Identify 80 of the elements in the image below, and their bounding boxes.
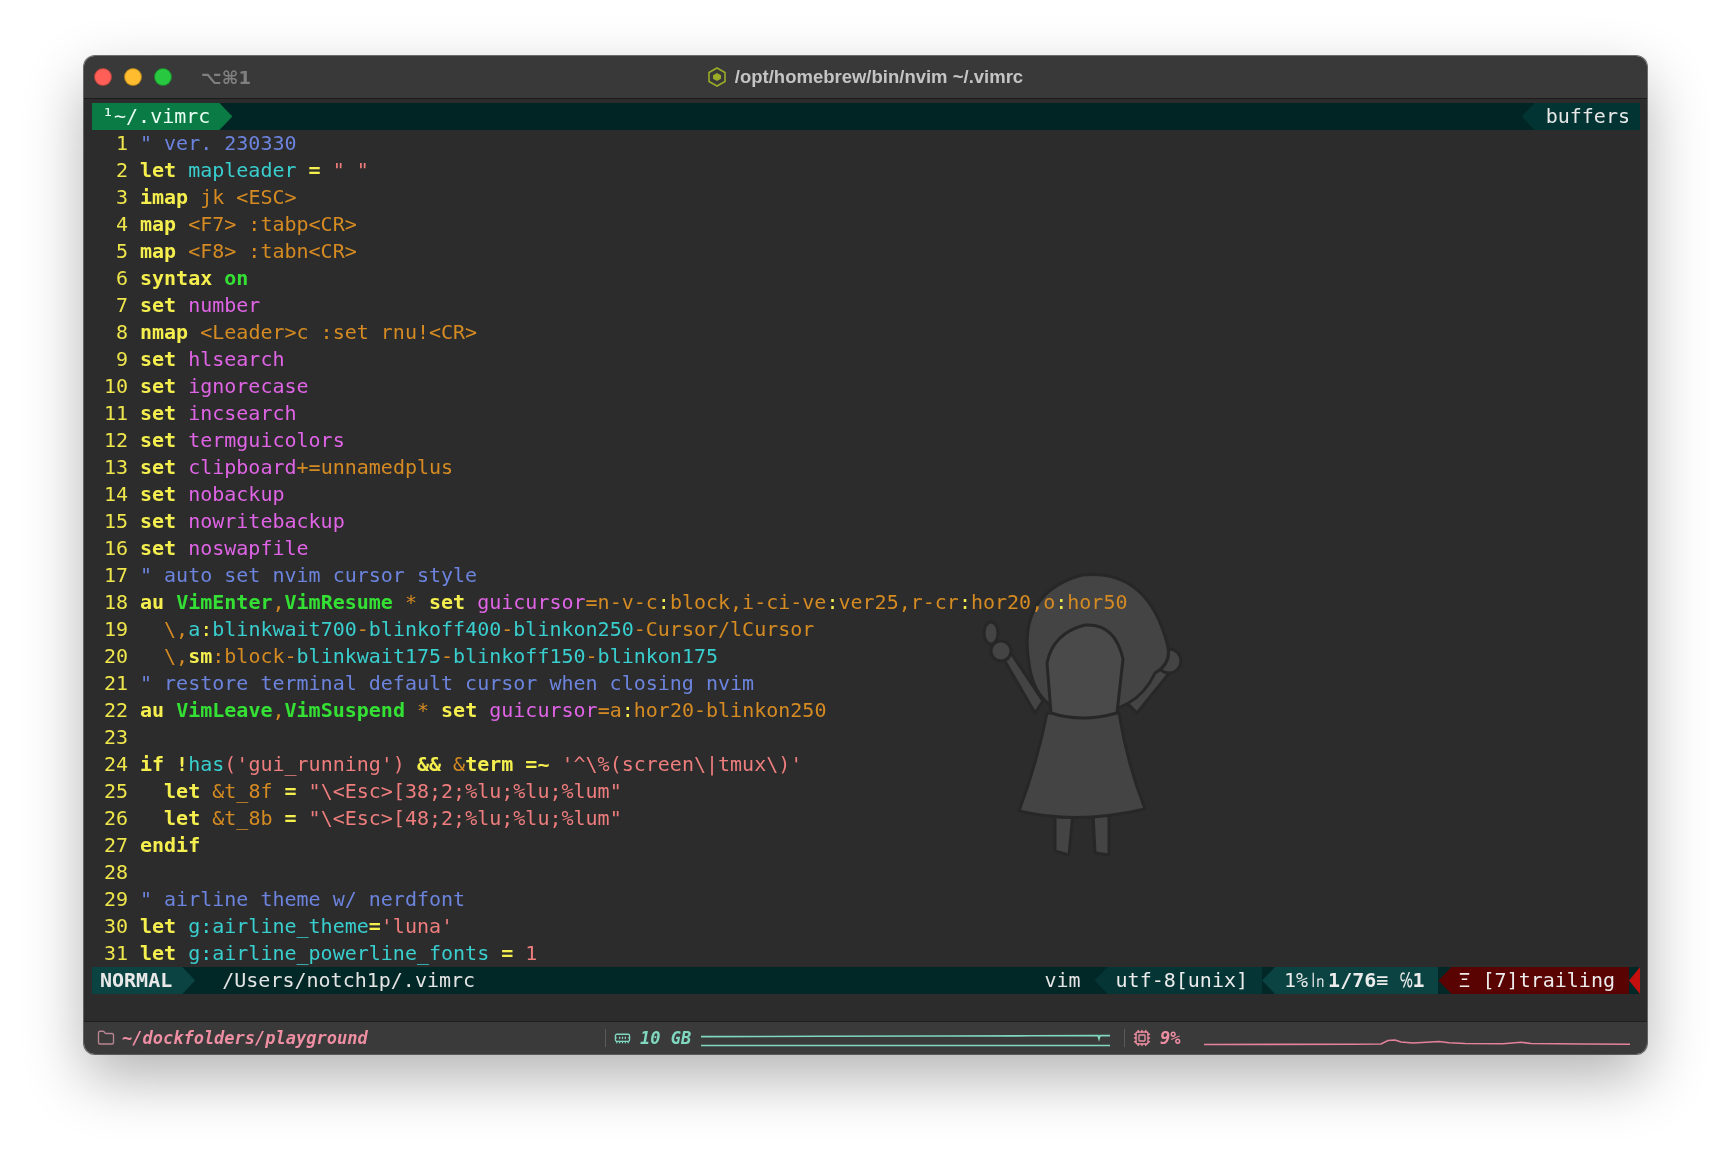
segment-arrow-icon — [1629, 967, 1640, 994]
line-number: 23 — [102, 724, 128, 751]
line-number: 17 — [102, 562, 128, 589]
line-number: 29 — [102, 886, 128, 913]
cpu-icon — [1133, 1029, 1151, 1047]
code-line: set ignorecase — [140, 373, 309, 400]
code-line: let g:airline_theme='luna' — [140, 913, 454, 940]
line-number: 18 — [102, 589, 128, 616]
file-path: /Users/notch1p/.vimrc — [221, 967, 476, 994]
folder-icon — [97, 1029, 115, 1047]
line-number: 19 — [102, 616, 128, 643]
mode-indicator: NORMAL — [92, 967, 196, 994]
line-number: 5 — [114, 238, 128, 265]
code-line: set clipboard+=unnamedplus — [140, 454, 454, 481]
line-number: 27 — [102, 832, 128, 859]
encoding-label: utf-8[unix] — [1094, 967, 1262, 994]
code-line: let mapleader = " " — [140, 157, 369, 184]
code-line: " ver. 230330 — [140, 130, 297, 157]
code-line: " auto set nvim cursor style — [140, 562, 478, 589]
code-line: map <F8> :tabn<CR> — [140, 238, 357, 265]
code-line: set noswapfile — [140, 535, 309, 562]
buffer-tab[interactable]: ¹~/.vimrc — [92, 103, 233, 130]
line-number: 3 — [114, 184, 128, 211]
line-number: 14 — [102, 481, 128, 508]
code-line: nmap <Leader>c :set rnu!<CR> — [140, 319, 478, 346]
line-number: 7 — [114, 292, 128, 319]
line-number: 25 — [102, 778, 128, 805]
code-line: let g:airline_powerline_fonts = 1 — [140, 940, 538, 967]
filetype-label: vim — [1043, 967, 1082, 994]
code-line: \,sm:block-blinkwait175-blinkoff150-blinkon175 — [163, 643, 719, 670]
code-line: \,a:blinkwait700-blinkoff400-blinkon250-Cursor/lCursor — [163, 616, 815, 643]
line-number: 15 — [102, 508, 128, 535]
line-number: 28 — [102, 859, 128, 886]
line-number: 13 — [102, 454, 128, 481]
cpu-usage: 9% — [1160, 1028, 1181, 1048]
line-number: 11 — [102, 400, 128, 427]
code-line: let &t_8b = "\<Esc>[48;2;%lu;%lu;%lum" — [163, 805, 622, 832]
code-line: set nobackup — [140, 481, 285, 508]
code-line: map <F7> :tabp<CR> — [140, 211, 357, 238]
code-line: au VimLeave,VimSuspend * set guicursor=a:hor20-blinkon250 — [140, 697, 827, 724]
window-title: /opt/homebrew/bin/nvim ~/.vimrc — [734, 66, 1024, 88]
code-line: set termguicolors — [140, 427, 345, 454]
minimize-button[interactable] — [124, 68, 142, 86]
line-number: 31 — [102, 940, 128, 967]
code-line: set incsearch — [140, 400, 297, 427]
line-number: 21 — [102, 670, 128, 697]
directory-path: ~/dockfolders/playground — [122, 1028, 368, 1048]
code-line: set hlsearch — [140, 346, 285, 373]
line-number: 24 — [102, 751, 128, 778]
code-line: set number — [140, 292, 261, 319]
line-number: 26 — [102, 805, 128, 832]
line-number: 4 — [114, 211, 128, 238]
code-line: imap jk <ESC> — [140, 184, 297, 211]
line-number: 10 — [102, 373, 128, 400]
code-line: " restore terminal default cursor when closing nvim — [140, 670, 755, 697]
code-line: let &t_8f = "\<Esc>[38;2;%lu;%lu;%lum" — [163, 778, 622, 805]
line-number: 9 — [114, 346, 128, 373]
tab-shortcut: ⌥⌘1 — [201, 66, 251, 88]
line-number: 8 — [114, 319, 128, 346]
line-number: 12 — [102, 427, 128, 454]
cursor-position: 1%㏑1/76≡ ℅1 — [1262, 967, 1439, 994]
code-line: set nowritebackup — [140, 508, 345, 535]
trailing-whitespace-warning: Ξ [7]trailing — [1438, 967, 1629, 994]
hexagon-icon — [707, 67, 726, 87]
line-number: 6 — [114, 265, 128, 292]
maximize-button[interactable] — [154, 68, 172, 86]
memory-usage: 10 GB — [640, 1028, 692, 1048]
code-line: syntax on — [140, 265, 249, 292]
close-button[interactable] — [94, 68, 112, 86]
code-line: endif — [140, 832, 201, 859]
line-number: 30 — [102, 913, 128, 940]
code-line: if !has('gui_running') && &term =~ '^\%(screen\|tmux\)' — [140, 751, 803, 778]
code-line: " airline theme w/ nerdfont — [140, 886, 466, 913]
line-number: 2 — [114, 157, 128, 184]
buffers-label: buffers — [1521, 103, 1640, 130]
code-line: au VimEnter,VimResume * set guicursor=n-v-c:block,i-ci-ve:ver25,r-cr:hor20,o:hor50 — [140, 589, 1128, 616]
line-number: 1 — [114, 130, 128, 157]
line-number: 20 — [102, 643, 128, 670]
line-number: 16 — [102, 535, 128, 562]
line-number: 22 — [102, 697, 128, 724]
